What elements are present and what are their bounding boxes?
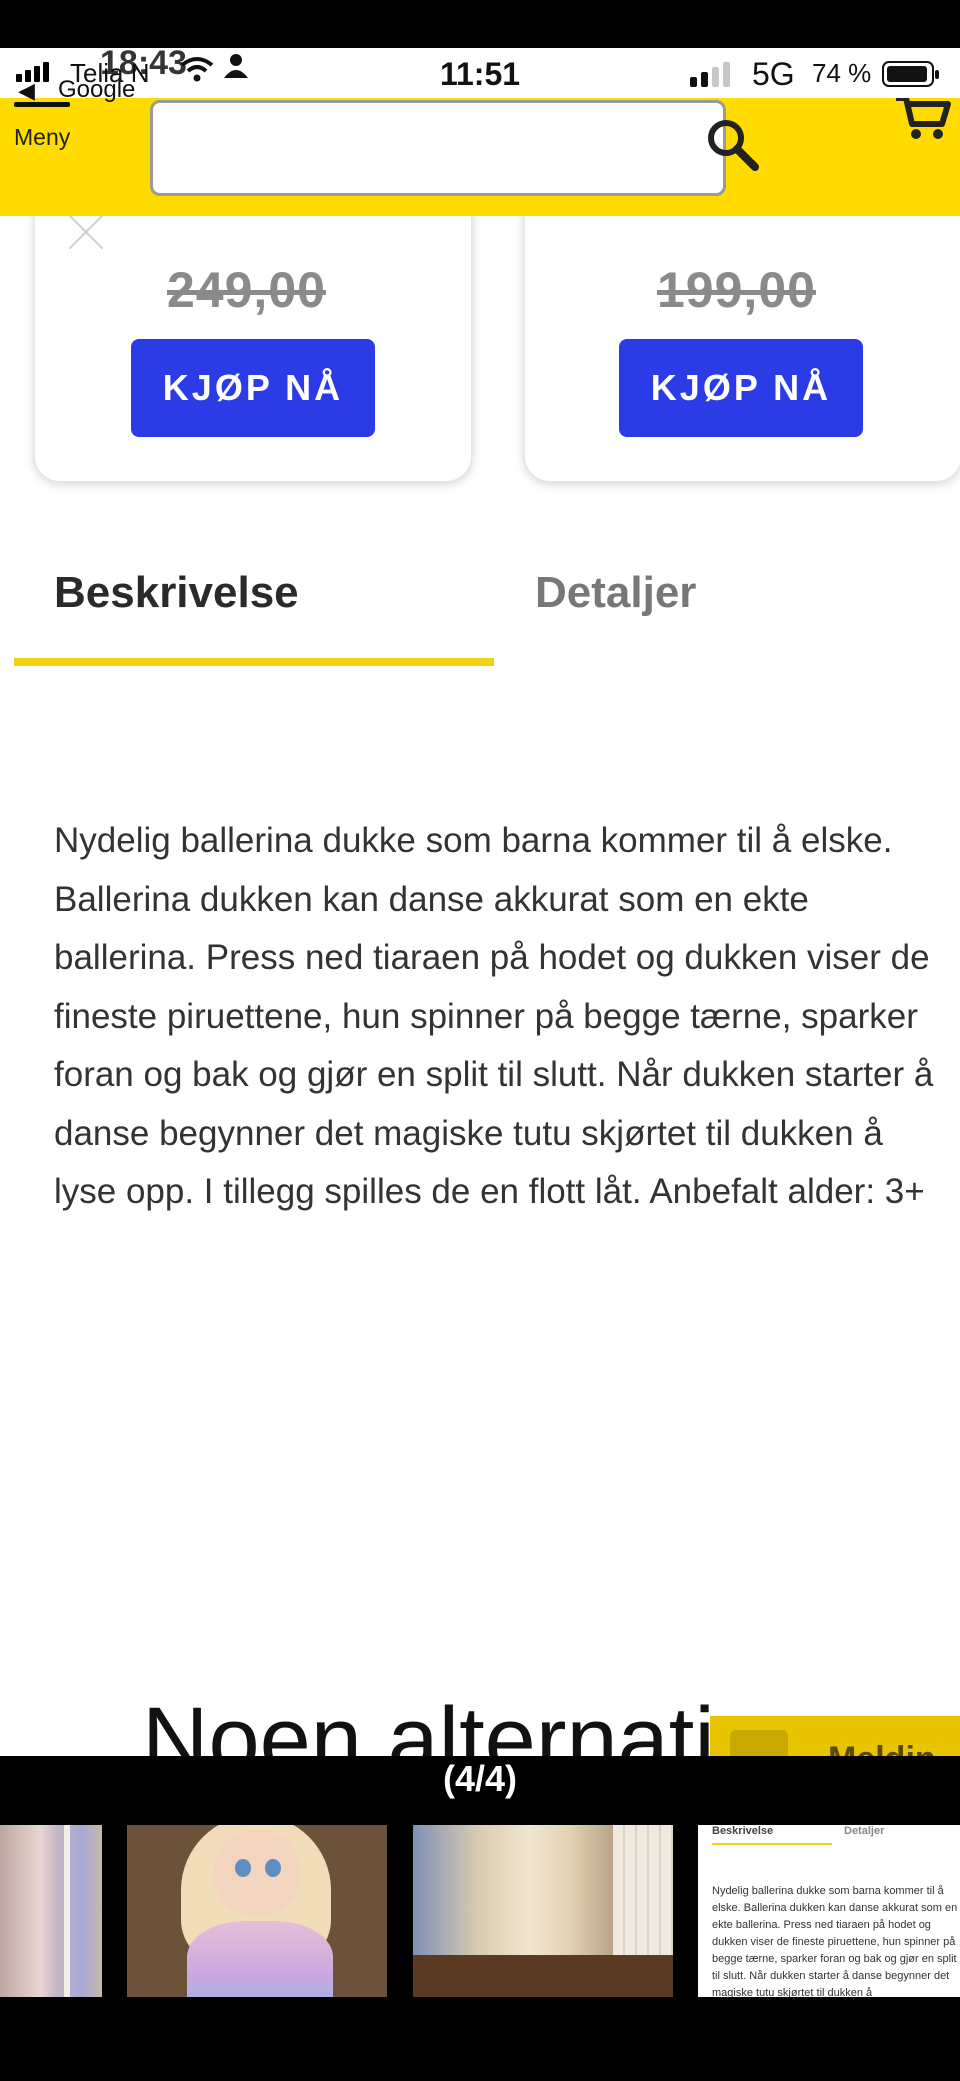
cell-signal-icon — [690, 62, 730, 87]
gallery-thumbnail[interactable] — [127, 1825, 387, 1997]
buy-now-button[interactable]: KJØP NÅ — [619, 339, 863, 437]
screenshot-content: 249,00 KJØP NÅ 199,00 KJØP NÅ Beskrivels… — [0, 48, 960, 1756]
search-icon[interactable] — [700, 112, 764, 176]
active-tab-indicator — [14, 658, 494, 666]
status-bar: 18:43 Telia N ◀ Google 11:51 5G 74 % — [0, 44, 960, 103]
mail-icon — [730, 1730, 788, 1756]
battery-percent: 74 % — [812, 58, 872, 88]
old-price: 199,00 — [657, 262, 816, 318]
image-counter: (4/4) — [442, 1758, 518, 1799]
buy-now-button[interactable]: KJØP NÅ — [131, 339, 375, 437]
search-input[interactable] — [150, 100, 726, 196]
menu-label[interactable]: Meny — [14, 124, 70, 151]
thumbnail-tab-label: Detaljer — [844, 1825, 885, 1837]
message-button-label: Meldin — [828, 1740, 936, 1756]
old-price: 249,00 — [167, 262, 326, 318]
gallery-thumbnail[interactable] — [0, 1825, 102, 1997]
cart-icon[interactable] — [892, 94, 952, 142]
product-description: Nydelig ballerina dukke som barna kommer… — [54, 821, 934, 1211]
close-icon[interactable] — [64, 210, 108, 254]
thumbnail-text: Nydelig ballerina dukke som barna kommer… — [712, 1885, 958, 1997]
thumbnail-tab-label: Beskrivelse — [712, 1825, 774, 1837]
tab-details[interactable]: Detaljer — [535, 568, 696, 618]
battery-icon — [882, 61, 939, 87]
network-type: 5G — [752, 56, 795, 92]
message-button[interactable]: Meldin — [710, 1716, 960, 1756]
site-header: Meny — [0, 95, 960, 216]
gallery-thumbnail-selected[interactable]: Beskrivelse Detaljer Nydelig ballerina d… — [698, 1825, 960, 1997]
alternatives-heading: Noen alternati — [142, 1689, 715, 1756]
gallery-thumbnail[interactable] — [413, 1825, 673, 1997]
tab-description[interactable]: Beskrivelse — [54, 568, 299, 618]
